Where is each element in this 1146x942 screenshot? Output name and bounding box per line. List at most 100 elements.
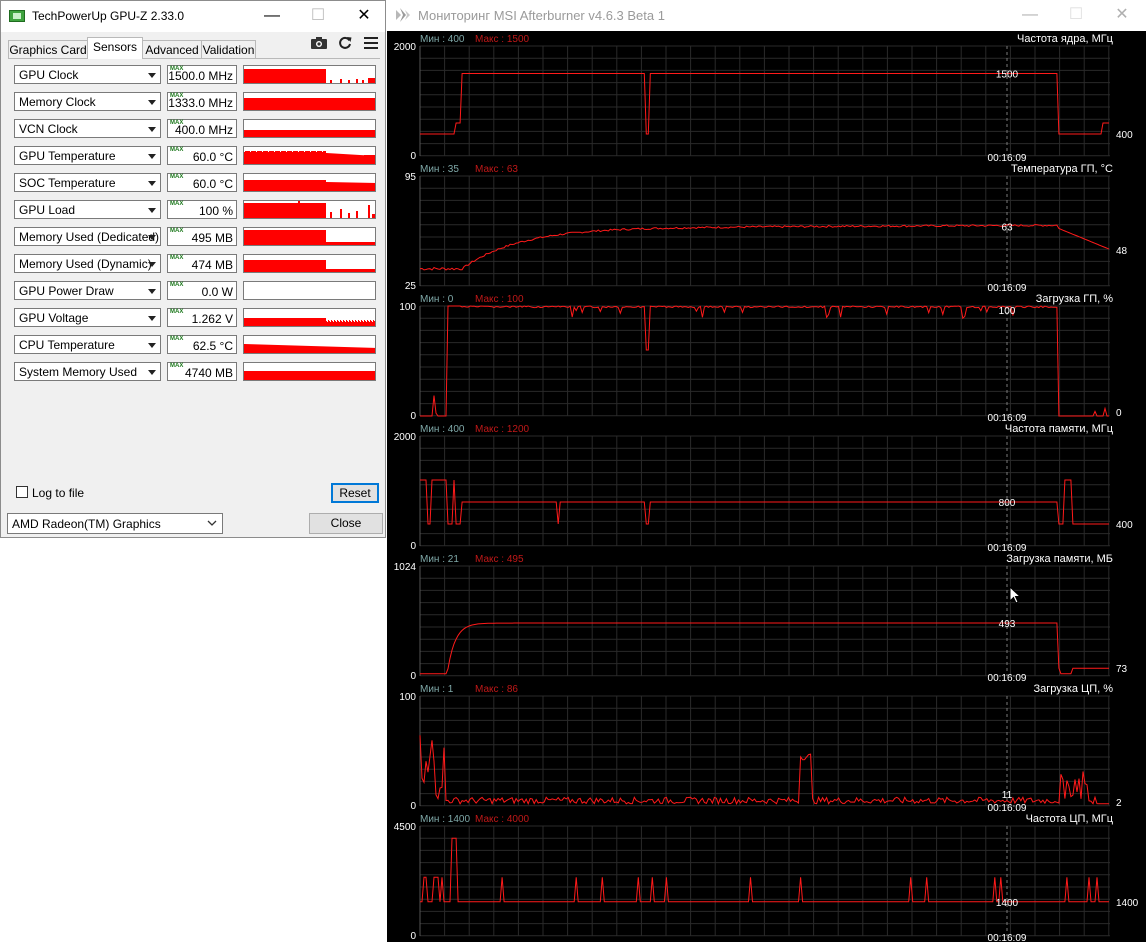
sensor-graph-bar — [273, 151, 274, 164]
sensor-row: GPU Temperature MAX 60.0 °C — [14, 146, 378, 167]
sensor-graph-bar — [350, 154, 351, 164]
sensor-graph-bar — [285, 318, 286, 326]
sensor-graph-bar — [310, 180, 311, 191]
sensor-graph-bar — [277, 151, 278, 164]
sensor-name-select[interactable]: GPU Voltage — [14, 308, 161, 327]
sensor-graph-bar — [364, 320, 365, 326]
sensor-graph-bar — [355, 182, 356, 191]
sensor-graph-bar — [323, 318, 324, 326]
sensor-graph-bar — [337, 320, 338, 326]
sensor-graph-bar — [307, 318, 308, 326]
sensor-graph-bar — [285, 180, 286, 191]
sensor-graph-bar — [272, 151, 273, 164]
sensor-graph-bar — [295, 151, 296, 164]
sensor-graph-bar — [334, 320, 335, 326]
camera-icon[interactable] — [309, 36, 329, 52]
sensor-name-select[interactable]: GPU Power Draw — [14, 281, 161, 300]
reset-button[interactable]: Reset — [331, 483, 379, 503]
dropdown-arrow-icon — [148, 73, 156, 78]
maximize-button[interactable]: ☐ — [295, 1, 341, 32]
sensor-graph-bar — [339, 153, 340, 164]
sensor-graph-bar — [368, 321, 369, 326]
sensor-graph-bar — [355, 154, 356, 164]
tab-graphics-card[interactable]: Graphics Card — [8, 40, 88, 58]
sensor-graph-bar — [315, 318, 316, 326]
sensor-graph-bar — [258, 180, 259, 191]
refresh-icon[interactable] — [335, 36, 355, 52]
afterburner-titlebar[interactable]: Мониторинг MSI Afterburner v4.6.3 Beta 1… — [387, 0, 1146, 31]
sensor-graph-bar — [275, 344, 276, 353]
sensor-graph-bar — [270, 180, 271, 191]
gpuz-titlebar[interactable]: TechPowerUp GPU-Z 2.33.0 — ☐ ✕ — [1, 1, 385, 32]
afterburner-minimize-button[interactable]: — — [1007, 0, 1053, 31]
mouse-cursor-icon — [1009, 586, 1021, 604]
sensor-graph-svg — [244, 69, 375, 83]
sensor-graph-bar — [280, 152, 281, 164]
panel-title: Загрузка ЦП, % — [1034, 683, 1114, 695]
sensor-name-select[interactable]: SOC Temperature — [14, 173, 161, 192]
sensor-name-select[interactable]: Memory Used (Dedicated) — [14, 227, 161, 246]
tab-validation[interactable]: Validation — [201, 40, 256, 58]
sensor-graph-bar — [373, 320, 374, 326]
sensor-graph-bar — [319, 180, 320, 191]
sensor-graph-bar — [351, 322, 352, 326]
sensor-graph — [243, 227, 376, 246]
afterburner-close-button[interactable]: ✕ — [1099, 0, 1145, 31]
sensor-graph-bar — [323, 346, 324, 353]
end-value-label: 73 — [1116, 664, 1128, 675]
sensor-graph — [243, 92, 376, 111]
tab-sensors[interactable]: Sensors — [87, 37, 143, 59]
sensor-name-select[interactable]: System Memory Used — [14, 362, 161, 381]
sensor-graph-bar — [246, 344, 247, 353]
sensor-graph-bar — [335, 153, 336, 164]
sensor-graph-bar — [298, 152, 299, 164]
sensor-graph-bar — [333, 322, 334, 326]
sensor-graph-bar — [308, 345, 309, 353]
menu-icon[interactable] — [361, 36, 381, 52]
sensor-graph-bar — [323, 180, 324, 191]
sensor-graph-bar — [308, 151, 309, 164]
gpu-select[interactable]: AMD Radeon(TM) Graphics — [7, 513, 223, 534]
sensor-graph-bar — [302, 345, 303, 353]
sensor-row: Memory Used (Dedicated) MAX 495 MB — [14, 227, 378, 248]
sensor-name-select[interactable]: Memory Clock — [14, 92, 161, 111]
sensor-graph-bar — [353, 347, 354, 353]
sensor-graph-bar — [261, 180, 262, 191]
sensor-name-select[interactable]: GPU Temperature — [14, 146, 161, 165]
sensor-graph — [243, 335, 376, 354]
sensor-name-select[interactable]: GPU Load — [14, 200, 161, 219]
sensor-graph-bar — [300, 318, 301, 326]
sensor-graph-bar — [368, 347, 369, 353]
sensor-name-select[interactable]: VCN Clock — [14, 119, 161, 138]
sensor-graph-bar — [254, 180, 255, 191]
tab-advanced[interactable]: Advanced — [142, 40, 202, 58]
afterburner-maximize-button[interactable]: ☐ — [1053, 0, 1099, 31]
sensor-graph-bar — [369, 155, 370, 164]
minimize-button[interactable]: — — [249, 1, 295, 32]
sensor-graph-bar — [249, 318, 250, 326]
sensor-graph-bar — [326, 242, 375, 245]
sensor-graph-bar — [255, 318, 256, 326]
sensor-graph-bar — [303, 151, 304, 164]
afterburner-monitor-window: Мониторинг MSI Afterburner v4.6.3 Beta 1… — [387, 0, 1146, 942]
sensor-graph-bar — [267, 318, 268, 326]
sensor-row: GPU Power Draw MAX 0.0 W — [14, 281, 378, 302]
sensor-graph-bar — [267, 344, 268, 353]
sensor-graph-bar — [320, 346, 321, 353]
close-button[interactable]: Close — [309, 513, 383, 534]
sensor-graph-bar — [280, 318, 281, 326]
close-window-button[interactable]: ✕ — [341, 1, 387, 32]
sensor-graph-bar — [366, 347, 367, 353]
sensor-graph-bar — [254, 344, 255, 353]
sensor-name-select[interactable]: Memory Used (Dynamic) — [14, 254, 161, 273]
sensor-name-select[interactable]: CPU Temperature — [14, 335, 161, 354]
sensor-name-select[interactable]: GPU Clock — [14, 65, 161, 84]
sensor-graph-bar — [368, 205, 370, 218]
sensor-graph-bar — [290, 180, 291, 191]
sensor-graph-bar — [304, 180, 305, 191]
sensor-value: 4740 MB — [184, 366, 233, 380]
log-to-file-checkbox[interactable] — [16, 486, 28, 498]
sensor-graph-bar — [358, 182, 359, 191]
sensor-graph-bar — [331, 182, 332, 191]
sensor-graph-bar — [252, 151, 253, 164]
